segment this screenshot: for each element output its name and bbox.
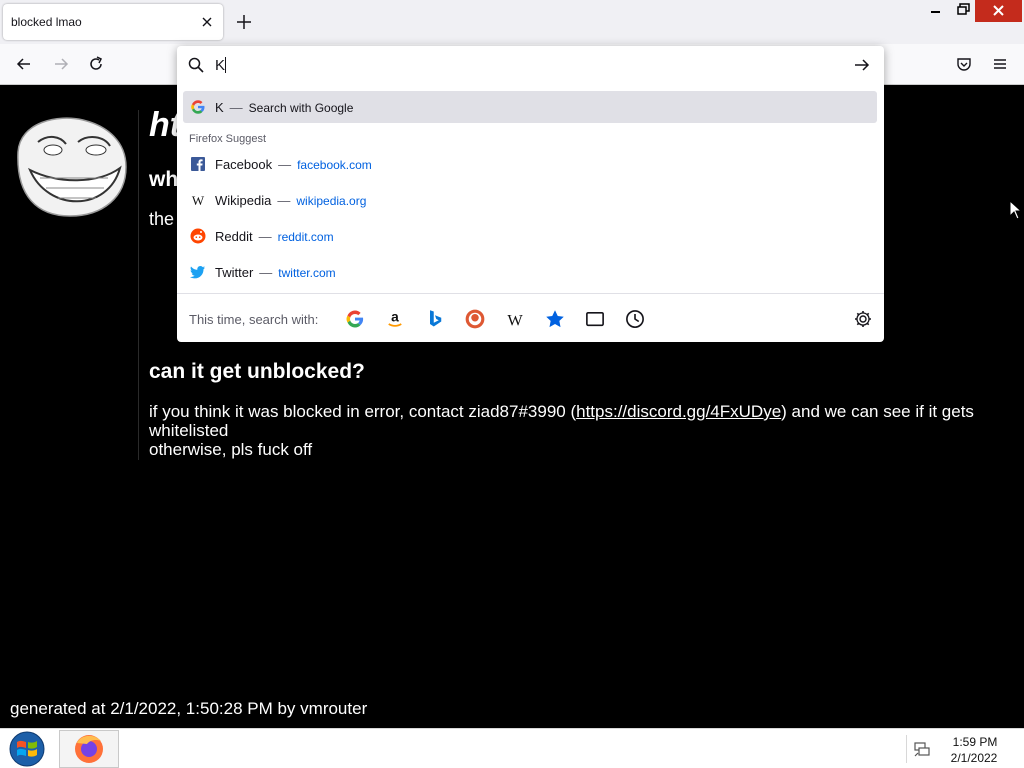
reddit-icon [190,228,206,244]
suggestion-label: Reddit — reddit.com [215,229,334,244]
close-icon[interactable] [199,14,215,30]
tab-title: blocked lmao [11,15,82,29]
google-icon [191,100,205,114]
facebook-icon [191,157,205,171]
separator: — [277,193,291,208]
search-with-google-row[interactable]: K — Search with Google [183,91,877,123]
duckduckgo-icon[interactable] [465,309,485,329]
unblock-line2: otherwise, pls fuck off [149,440,313,459]
suggestion-title: Facebook [215,157,273,172]
tab-blocked-lmao[interactable]: blocked lmao [3,4,223,40]
separator: — [258,229,272,244]
trollface-image [17,117,127,217]
suggestion-facebook[interactable]: Facebook — facebook.com [183,148,877,180]
suggestion-url: twitter.com [278,266,336,280]
minimize-icon [931,11,940,13]
section-text: the [149,209,175,229]
suggestion-url: facebook.com [297,158,372,172]
suggestion-reddit[interactable]: Reddit — reddit.com [183,220,877,252]
svg-text:a: a [391,310,399,325]
restore-icon [957,3,970,15]
bing-icon[interactable] [425,309,445,329]
start-button[interactable] [3,731,51,767]
heuristic-action: Search with Google [248,101,354,115]
heuristic-label: K — Search with Google [215,100,353,115]
suggestion-label: Wikipedia — wikipedia.org [215,193,366,208]
suggestion-twitter[interactable]: Twitter — twitter.com [183,256,877,288]
wikipedia-icon: W [192,193,205,208]
suggestion-title: Wikipedia [215,193,272,208]
clock-date[interactable]: 2/1/2022 [946,751,1002,765]
suggestion-url: wikipedia.org [296,194,367,208]
oneoff-label: This time, search with: [189,312,319,327]
minimize-button[interactable] [920,0,950,22]
forward-arrow-icon[interactable] [51,54,71,74]
wikipedia-icon[interactable]: W [505,309,525,329]
taskbar: 1:59 PM 2/1/2022 [0,728,1024,768]
separator: — [278,157,292,172]
oneoff-divider [177,293,884,294]
suggestion-wikipedia[interactable]: W Wikipedia — wikipedia.org [183,184,877,216]
heuristic-query: K [215,100,224,115]
pocket-icon[interactable] [954,54,974,74]
urlbar-dropdown: K — Search with Google Firefox Suggest Fac… [177,46,884,342]
mouse-cursor-icon [1009,200,1021,220]
tab-strip: blocked lmao [0,0,1024,44]
separator: — [259,265,273,280]
suggestion-title: Twitter [215,265,254,280]
text-caret [225,57,226,73]
firefox-icon [75,735,103,763]
discord-link[interactable]: https://discord.gg/4FxUDye [576,402,781,421]
tray-divider [906,735,907,763]
amazon-icon[interactable]: a [385,309,405,329]
network-icon[interactable] [913,740,931,758]
restore-button[interactable] [950,0,974,22]
gear-icon[interactable] [853,309,873,329]
unblock-text: if you think it was blocked in error, co… [149,402,577,421]
suggestion-title: Reddit [215,229,253,244]
history-icon[interactable] [625,309,645,329]
firefox-suggest-label: Firefox Suggest [189,133,267,145]
suggestion-label: Facebook — facebook.com [215,157,372,172]
unblock-heading: can it get unblocked? [149,360,365,383]
svg-text:W: W [192,193,205,208]
svg-text:W: W [507,311,523,329]
clock-time[interactable]: 1:59 PM [950,735,1000,749]
url-input[interactable] [215,54,815,76]
bookmarks-icon[interactable] [545,309,565,329]
close-icon [993,5,1004,16]
google-icon[interactable] [345,309,365,329]
search-icon [188,57,204,73]
unblock-paragraph: if you think it was blocked in error, co… [149,402,1019,459]
twitter-icon [190,266,205,279]
footer-text: generated at 2/1/2022, 1:50:28 PM by vmr… [10,699,368,718]
separator: — [229,100,243,115]
reload-icon[interactable] [86,54,106,74]
menu-hamburger-icon[interactable] [990,54,1010,74]
section-heading: wh [149,168,179,191]
suggestion-label: Twitter — twitter.com [215,265,336,280]
tabs-icon[interactable] [585,309,605,329]
window-close-button[interactable] [975,0,1022,22]
taskbar-firefox-button[interactable] [59,730,119,768]
plus-icon[interactable] [235,13,253,31]
go-arrow-icon[interactable] [853,56,871,74]
content-divider [138,110,139,460]
back-arrow-icon[interactable] [14,54,34,74]
suggestion-url: reddit.com [277,230,334,244]
